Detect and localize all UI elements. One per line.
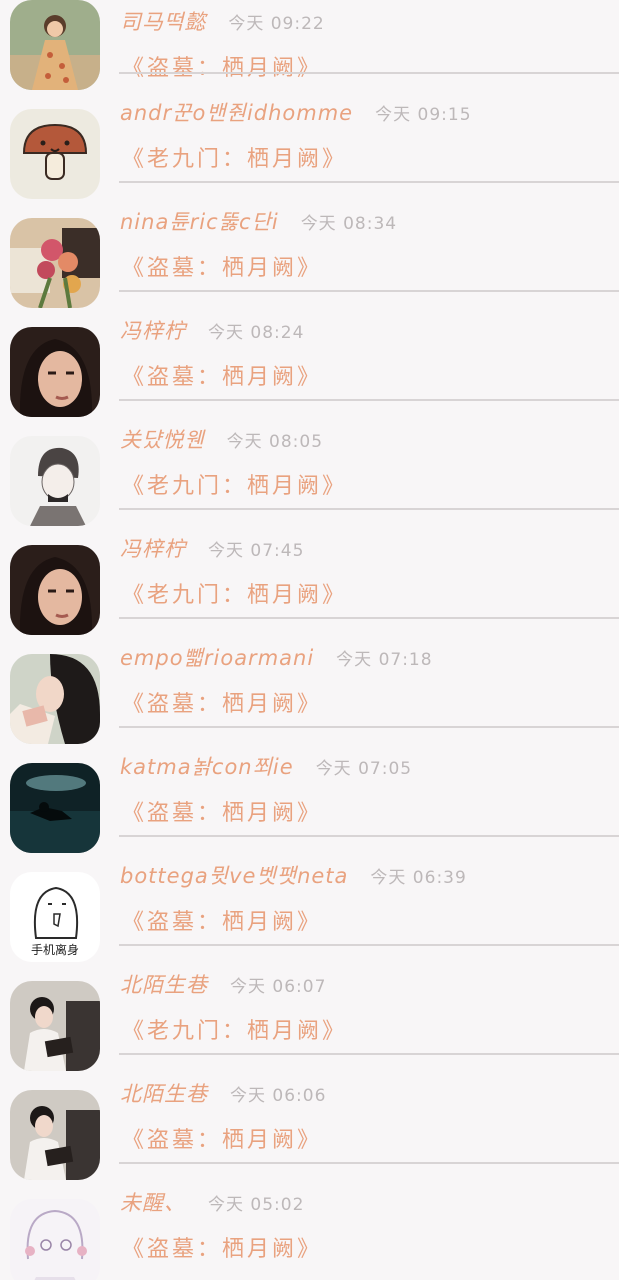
sketch-boy-avatar[interactable]: [10, 436, 100, 526]
girl-in-floral-dress-avatar[interactable]: [10, 0, 100, 90]
conversation-header: 未醒、 今天 05:02: [120, 1187, 304, 1219]
message-timestamp: 今天 05:02: [208, 1195, 305, 1215]
message-preview: 《老九门：栖月阙》: [122, 583, 348, 608]
message-timestamp: 今天 09:22: [228, 14, 325, 34]
conversation-header: empo뺇rioarmani 今天 07:18: [120, 642, 433, 674]
contact-name[interactable]: 冯梓柠: [120, 315, 186, 345]
contact-name[interactable]: 未醒、: [120, 1187, 186, 1217]
long-hair-portrait-avatar[interactable]: [10, 545, 100, 635]
contact-name[interactable]: 关댰悦웬: [120, 424, 205, 454]
contact-name[interactable]: empo뺇rioarmani: [120, 642, 314, 672]
row-divider: [119, 726, 619, 728]
conversation-header: katma놝con쬐ie 今天 07:05: [120, 751, 412, 783]
conversation-row[interactable]: 北陌生巷 今天 06:07 《老九门：栖月阙》: [0, 963, 619, 1072]
conversation-row[interactable]: nina튠ric뚫c단i 今天 08:34 《盗墓：栖月阙》: [0, 200, 619, 309]
conversation-header: 北陌生巷 今天 06:06: [120, 1078, 326, 1110]
flower-bouquet-avatar[interactable]: [10, 218, 100, 308]
message-preview: 《老九门：栖月阙》: [122, 474, 348, 499]
conversation-row[interactable]: andr꾼o밴줜idhomme 今天 09:15 《老九门：栖月阙》: [0, 91, 619, 200]
conversation-row[interactable]: 冯梓柠 今天 08:24 《盗墓：栖月阙》: [0, 309, 619, 418]
conversation-header: 司马떡懿 今天 09:22: [120, 6, 325, 38]
row-divider: [119, 617, 619, 619]
conversation-row[interactable]: empo뺇rioarmani 今天 07:18 《盗墓：栖月阙》: [0, 636, 619, 745]
row-divider: [119, 508, 619, 510]
conversation-header: andr꾼o밴줜idhomme 今天 09:15: [120, 97, 472, 129]
contact-name[interactable]: nina튠ric뚫c단i: [120, 206, 279, 236]
message-timestamp: 今天 09:15: [375, 105, 472, 125]
row-divider: [119, 290, 619, 292]
row-divider: [119, 1162, 619, 1164]
conversation-row[interactable]: katma놝con쬐ie 今天 07:05 《盗墓：栖月阙》: [0, 745, 619, 854]
contact-name[interactable]: 北陌生巷: [120, 1078, 208, 1108]
message-timestamp: 今天 07:05: [315, 759, 413, 779]
conversation-header: nina튠ric뚫c단i 今天 08:34: [120, 206, 397, 238]
row-divider: [119, 181, 619, 183]
conversation-row[interactable]: 关댰悦웬 今天 08:05 《老九门：栖月阙》: [0, 418, 619, 527]
contact-name[interactable]: bottega뮛ve벳팻neta: [120, 860, 348, 890]
message-preview: 《老九门：栖月阙》: [122, 1019, 348, 1044]
message-preview: 《盗墓：栖月阙》: [122, 801, 323, 826]
message-preview: 《盗墓：栖月阙》: [122, 1237, 323, 1262]
conversation-header: 冯梓柠 今天 07:45: [120, 533, 304, 565]
cartoon-mushroom-avatar[interactable]: [10, 109, 100, 199]
long-hair-portrait-avatar[interactable]: [10, 327, 100, 417]
message-timestamp: 今天 06:07: [230, 977, 327, 997]
conversation-header: 关댰悦웬 今天 08:05: [120, 424, 323, 456]
row-divider: [119, 944, 619, 946]
contact-name[interactable]: 冯梓柠: [120, 533, 186, 563]
conversation-row[interactable]: 冯梓柠 今天 07:45 《老九门：栖月阙》: [0, 527, 619, 636]
message-timestamp: 今天 08:05: [226, 432, 324, 452]
message-timestamp: 今天 06:39: [370, 868, 467, 888]
conversation-header: bottega뮛ve벳팻neta 今天 06:39: [120, 860, 467, 892]
conversation-row[interactable]: 北陌生巷 今天 06:06 《盗墓：栖月阙》: [0, 1072, 619, 1181]
message-preview: 《盗墓：栖月阙》: [122, 692, 323, 717]
doodle-character-avatar[interactable]: 手机离身: [10, 872, 100, 962]
message-preview: 《老九门：栖月阙》: [122, 147, 348, 172]
contact-name[interactable]: 北陌生巷: [120, 969, 208, 999]
message-timestamp: 今天 08:24: [208, 323, 305, 343]
conversation-list: 司马떡懿 今天 09:22 《盗墓：栖月阙》 andr꾼o밴줜idhomme 今…: [0, 0, 619, 1280]
message-preview: 《盗墓：栖月阙》: [122, 256, 323, 281]
message-preview: 《盗墓：栖月阙》: [122, 1128, 323, 1153]
conversation-row[interactable]: 司马떡懿 今天 09:22 《盗墓：栖月阙》: [0, 0, 619, 91]
message-timestamp: 今天 06:06: [230, 1086, 327, 1106]
contact-name[interactable]: katma놝con쬐ie: [120, 751, 294, 781]
row-divider: [119, 1053, 619, 1055]
message-preview: 《盗墓：栖月阙》: [122, 365, 323, 390]
message-timestamp: 今天 07:45: [208, 541, 305, 561]
conversation-header: 北陌生巷 今天 06:07: [120, 969, 326, 1001]
message-timestamp: 今天 08:34: [300, 214, 398, 234]
row-divider: [119, 399, 619, 401]
reading-girl-avatar[interactable]: [10, 654, 100, 744]
message-preview: 《盗墓：栖月阙》: [122, 910, 323, 935]
anime-girl-sketch-avatar[interactable]: [10, 1199, 100, 1280]
dark-water-scene-avatar[interactable]: [10, 763, 100, 853]
row-divider: [119, 835, 619, 837]
girl-with-book-avatar[interactable]: [10, 981, 100, 1071]
row-divider: [119, 72, 619, 74]
message-timestamp: 今天 07:18: [336, 650, 433, 670]
conversation-row[interactable]: 手机离身 bottega뮛ve벳팻neta 今天 06:39 《盗墓：栖月阙》: [0, 854, 619, 963]
girl-with-book-avatar[interactable]: [10, 1090, 100, 1180]
conversation-header: 冯梓柠 今天 08:24: [120, 315, 304, 347]
conversation-row[interactable]: 未醒、 今天 05:02 《盗墓：栖月阙》: [0, 1181, 619, 1280]
contact-name[interactable]: 司马떡懿: [120, 6, 206, 36]
contact-name[interactable]: andr꾼o밴줜idhomme: [120, 97, 353, 127]
message-preview: 《盗墓：栖月阙》: [122, 56, 323, 81]
avatar-caption: 手机离身: [31, 942, 79, 957]
